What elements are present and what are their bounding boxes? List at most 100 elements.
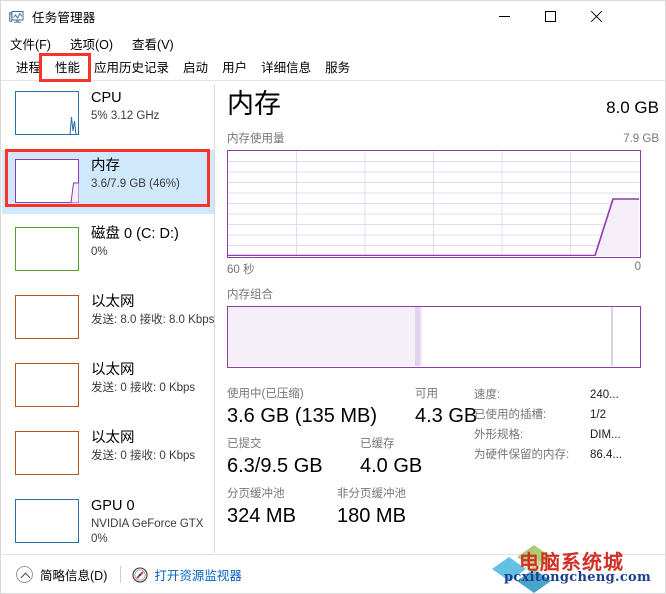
stat-row: 已提交 6.3/9.5 GB 已缓存 4.0 GB [227, 436, 465, 486]
stat-value: 4.0 GB [360, 455, 423, 477]
stat-label: 可用 [415, 388, 438, 400]
sidebar-item-sub2: 0% [91, 533, 108, 545]
stat-label: 已提交 [227, 438, 262, 450]
sidebar-item-title: 以太网 [91, 294, 135, 310]
maximize-icon [544, 11, 556, 22]
sidebar-item-sub: 0% [91, 246, 108, 258]
sidebar-item-ethernet-2[interactable]: 以太网 发送: 0 接收: 0 Kbps [2, 354, 214, 418]
stat-cached: 已缓存 4.0 GB [360, 436, 422, 480]
stat-value: 86.4... [590, 449, 622, 461]
sidebar-item-text: 以太网 发送: 0 接收: 0 Kbps [91, 428, 195, 464]
sidebar-divider [214, 85, 215, 553]
memory-total: 8.0 GB [606, 98, 659, 117]
stat-speed: 速度: 240... [474, 386, 664, 406]
status-bar: 简略信息(D) 打开资源监视器 [2, 555, 665, 593]
stat-value: 4.3 GB [415, 405, 478, 427]
cpu-mini-graph [15, 91, 79, 135]
close-icon [590, 11, 602, 23]
minimize-button[interactable] [481, 1, 527, 32]
stat-paged-pool: 分页缓冲池 324 MB [227, 486, 296, 530]
sidebar-item-title: 磁盘 0 (C: D:) [91, 226, 179, 242]
status-bar-divider [120, 566, 122, 583]
memory-stats-left: 使用中(已压缩) 3.6 GB (135 MB) 可用 4.3 GB 已提交 6… [227, 386, 477, 536]
sidebar-item-text: 以太网 发送: 8.0 接收: 8.0 Kbps [91, 292, 214, 328]
sidebar-item-gpu0[interactable]: GPU 0 NVIDIA GeForce GTX 0% [2, 490, 214, 554]
tab-processes[interactable]: 进程 [9, 58, 48, 80]
sidebar-item-cpu[interactable]: CPU 5% 3.12 GHz [2, 82, 214, 146]
tab-details[interactable]: 详细信息 [254, 58, 318, 80]
stat-value: 180 MB [337, 505, 406, 527]
task-manager-window: 任务管理器 文件(F) 选项(O) 查看(V) 进程 性能 应用历史记录 启动 … [0, 0, 666, 594]
usage-graph-labels: 内存使用量 7.9 GB [227, 130, 659, 146]
ethernet-mini-graph [15, 363, 79, 407]
stat-value: 324 MB [227, 505, 296, 527]
sidebar-item-disk0[interactable]: 磁盘 0 (C: D:) 0% [2, 218, 214, 282]
ethernet-mini-graph [15, 295, 79, 339]
memory-usage-graph[interactable] [227, 150, 641, 258]
usage-graph-max: 7.9 GB [623, 133, 659, 145]
sidebar-item-text: CPU 5% 3.12 GHz [91, 88, 159, 124]
close-button[interactable] [573, 1, 619, 32]
stat-hardware-reserved: 为硬件保留的内存: 86.4... [474, 446, 664, 466]
sidebar-item-sub: 发送: 0 接收: 0 Kbps [91, 450, 196, 462]
sidebar-item-title: 以太网 [91, 362, 135, 378]
maximize-button[interactable] [527, 1, 573, 32]
memory-detail-panel: 内存 8.0 GB 内存使用量 7.9 GB 60 秒 0 内存组合 使用中(已… [227, 87, 659, 547]
stat-row: 分页缓冲池 324 MB 非分页缓冲池 180 MB [227, 486, 465, 536]
stat-available: 可用 4.3 GB [415, 386, 477, 430]
stat-value: 6.3/9.5 GB [227, 455, 323, 477]
sidebar-item-text: GPU 0 NVIDIA GeForce GTX 0% [91, 496, 203, 547]
page-title: 内存 [227, 89, 281, 119]
tab-startup[interactable]: 启动 [176, 58, 215, 80]
chevron-up-icon [16, 566, 33, 583]
sidebar-item-sub: 3.6/7.9 GB (46%) [91, 178, 180, 190]
fewer-details-label: 简略信息(D) [40, 569, 108, 583]
memory-composition-bar[interactable] [227, 306, 641, 368]
menu-options[interactable]: 选项(O) [70, 34, 113, 53]
usage-graph-axis: 60 秒 0 [227, 261, 641, 277]
memory-stats-right: 速度: 240... 已使用的插槽: 1/2 外形规格: DIM... 为硬件保… [474, 386, 664, 466]
open-resource-monitor-link[interactable]: 打开资源监视器 [132, 565, 242, 584]
minimize-icon [498, 16, 510, 17]
menu-view[interactable]: 查看(V) [132, 34, 174, 53]
disk-mini-graph [15, 227, 79, 271]
resource-sidebar[interactable]: CPU 5% 3.12 GHz 内存 3.6/7.9 GB (46%) 磁盘 0… [2, 82, 214, 554]
fewer-details-button[interactable]: 简略信息(D) [16, 565, 107, 584]
stat-row: 使用中(已压缩) 3.6 GB (135 MB) 可用 4.3 GB [227, 386, 477, 436]
stat-label: 已使用的插槽: [474, 409, 547, 421]
stat-label: 为硬件保留的内存: [474, 449, 570, 461]
sidebar-item-ethernet-3[interactable]: 以太网 发送: 0 接收: 0 Kbps [2, 422, 214, 486]
gpu-mini-graph [15, 499, 79, 543]
memory-header: 内存 8.0 GB [227, 87, 659, 121]
menu-file[interactable]: 文件(F) [10, 34, 51, 53]
sidebar-item-text: 内存 3.6/7.9 GB (46%) [91, 156, 180, 192]
stat-label: 外形规格: [474, 429, 524, 441]
sidebar-item-title: 内存 [91, 158, 120, 174]
tab-users[interactable]: 用户 [215, 58, 254, 80]
ethernet-mini-graph [15, 431, 79, 475]
sidebar-item-title: GPU 0 [91, 498, 135, 514]
axis-label-left: 60 秒 [227, 264, 255, 276]
stat-value: 240... [590, 389, 619, 401]
composition-title: 内存组合 [227, 289, 273, 301]
stat-value: 3.6 GB (135 MB) [227, 405, 378, 427]
stat-value: 1/2 [590, 409, 606, 421]
tab-services[interactable]: 服务 [318, 58, 357, 80]
resource-monitor-icon [132, 566, 148, 583]
stat-label: 使用中(已压缩) [227, 388, 304, 400]
sidebar-item-title: CPU [91, 90, 122, 106]
stat-committed: 已提交 6.3/9.5 GB [227, 436, 323, 480]
tab-performance[interactable]: 性能 [48, 58, 88, 80]
sidebar-item-ethernet-1[interactable]: 以太网 发送: 8.0 接收: 8.0 Kbps [2, 286, 214, 350]
usage-graph-title: 内存使用量 [227, 133, 285, 145]
stat-label: 分页缓冲池 [227, 488, 285, 500]
tab-app-history[interactable]: 应用历史记录 [87, 58, 176, 80]
axis-label-right: 0 [634, 261, 641, 273]
memory-mini-graph [15, 159, 79, 203]
task-manager-icon [9, 9, 25, 25]
menu-bar: 文件(F) 选项(O) 查看(V) [1, 32, 665, 54]
stat-value: DIM... [590, 429, 621, 441]
stat-label: 已缓存 [360, 438, 395, 450]
title-bar: 任务管理器 [1, 1, 665, 32]
sidebar-item-memory[interactable]: 内存 3.6/7.9 GB (46%) [2, 150, 214, 214]
